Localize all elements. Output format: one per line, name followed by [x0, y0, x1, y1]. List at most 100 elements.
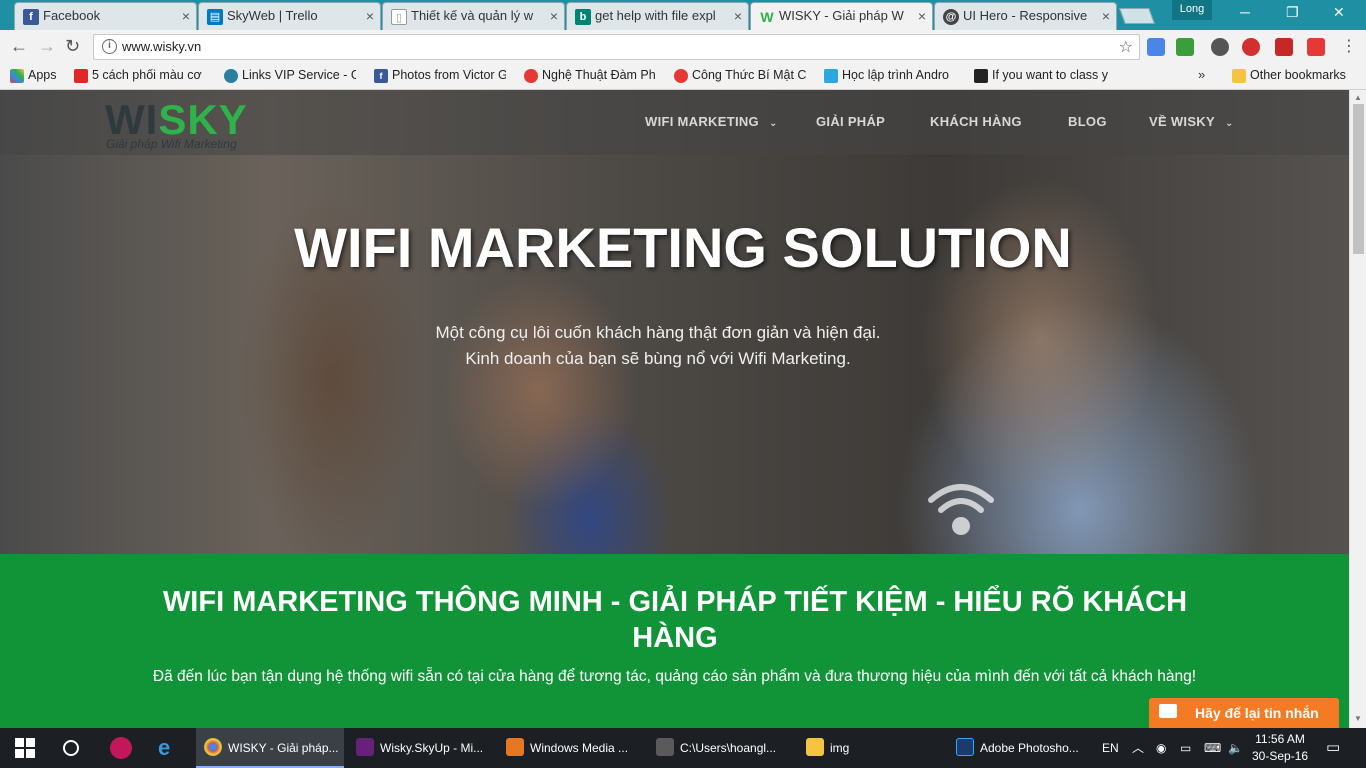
taskbar-photoshop[interactable]: Adobe Photosho...	[948, 728, 1096, 768]
bing-icon: b	[575, 9, 591, 25]
drive-extension-icon[interactable]	[1176, 38, 1194, 56]
back-icon[interactable]: ←	[10, 36, 28, 57]
close-icon[interactable]: ×	[366, 3, 374, 29]
cloud-icon	[224, 69, 238, 83]
nav-ve-wisky[interactable]: VỀ WISKY ⌄	[1149, 114, 1234, 129]
bookmarks-overflow-icon[interactable]: »	[1198, 67, 1205, 82]
system-clock[interactable]: 11:56 AM 30-Sep-16	[1252, 731, 1308, 765]
forward-icon[interactable]: →	[38, 36, 56, 57]
tab-title: WISKY - Giải pháp W	[779, 8, 904, 23]
visual-studio-icon	[356, 738, 374, 756]
trello-icon: ▤	[207, 9, 223, 25]
wisky-icon: W	[760, 9, 774, 25]
intro-section: WIFI MARKETING THÔNG MINH - GIẢI PHÁP TI…	[0, 554, 1349, 728]
leave-message-button[interactable]: Hãy để lại tin nhắn	[1149, 698, 1339, 728]
folder-icon	[1232, 69, 1246, 83]
new-tab-button[interactable]	[1119, 8, 1155, 24]
page-viewport: WISKY Giải pháp Wifi Marketing WIFI MARK…	[0, 90, 1349, 728]
extension-icon[interactable]	[1211, 38, 1229, 56]
taskbar-visual-studio[interactable]: Wisky.SkyUp - Mi...	[348, 728, 496, 768]
battery-icon[interactable]: ▭	[1180, 728, 1191, 768]
bookmark-7[interactable]: If you want to class y	[974, 68, 1112, 83]
tab-title: Facebook	[43, 8, 101, 23]
close-icon[interactable]: ×	[550, 3, 558, 29]
taskbar-chrome[interactable]: WISKY - Giải pháp...	[196, 728, 344, 768]
address-bar[interactable]: i www.wisky.vn ☆	[93, 34, 1140, 60]
tutorial-icon	[824, 69, 838, 83]
scroll-up-icon[interactable]: ▲	[1354, 93, 1362, 102]
volume-icon[interactable]: 🔈	[1228, 728, 1243, 768]
tray-chevron-icon[interactable]: ︿	[1132, 728, 1144, 768]
tab-trello[interactable]: ▤ SkyWeb | Trello ×	[198, 2, 381, 30]
facebook-icon: f	[374, 69, 388, 83]
bookmarks-bar: Apps 5 cách phối màu cơ Links VIP Servic…	[0, 64, 1366, 90]
folder-icon	[806, 738, 824, 756]
chrome-icon	[204, 738, 222, 756]
tab-wisky[interactable]: W WISKY - Giải pháp W ×	[750, 2, 933, 30]
nav-giai-phap[interactable]: GIẢI PHÁP	[816, 114, 885, 129]
browser-tab-strip: f Facebook × ▤ SkyWeb | Trello × ▯ Thiết…	[0, 0, 1366, 30]
bookmark-other[interactable]: Other bookmarks	[1232, 68, 1346, 83]
bookmark-3[interactable]: f Photos from Victor G	[374, 68, 506, 83]
edge-icon[interactable]: e	[158, 737, 180, 759]
reload-icon[interactable]: ↻	[65, 36, 80, 57]
scroll-down-icon[interactable]: ▼	[1354, 714, 1362, 723]
apps-grid-icon	[10, 69, 24, 83]
close-window-icon[interactable]: ✕	[1333, 4, 1345, 21]
close-icon[interactable]: ×	[734, 3, 742, 29]
chrome-menu-icon[interactable]: ⋮	[1341, 36, 1357, 56]
uihero-icon: @	[943, 9, 959, 25]
close-icon[interactable]: ×	[1102, 3, 1110, 29]
tab-bing[interactable]: b get help with file expl ×	[566, 2, 749, 30]
page-scrollbar[interactable]: ▲ ▼	[1349, 90, 1366, 728]
windows-start-icon[interactable]	[14, 737, 36, 759]
bookmark-1[interactable]: 5 cách phối màu cơ	[74, 68, 204, 83]
network-icon[interactable]: ◉	[1156, 728, 1166, 768]
language-indicator[interactable]: EN	[1102, 728, 1119, 768]
nav-khach-hang[interactable]: KHÁCH HÀNG	[930, 114, 1022, 129]
url-text[interactable]: www.wisky.vn	[122, 39, 201, 54]
search-icon[interactable]	[60, 737, 82, 759]
bookmark-star-icon[interactable]: ☆	[1119, 37, 1133, 57]
facebook-icon: f	[23, 9, 39, 25]
minimize-icon[interactable]: ─	[1240, 4, 1250, 20]
chevron-down-icon: ⌄	[768, 118, 778, 129]
nav-blog[interactable]: BLOG	[1068, 114, 1107, 129]
taskbar-terminal[interactable]: C:\Users\hoangl...	[648, 728, 796, 768]
nav-wifi-marketing[interactable]: WIFI MARKETING ⌄	[645, 114, 778, 129]
bookmark-apps[interactable]: Apps	[10, 68, 57, 83]
stack-icon	[974, 69, 988, 83]
keyboard-icon[interactable]: ⌨	[1204, 728, 1221, 768]
maximize-icon[interactable]: ❐	[1286, 4, 1299, 21]
mail-icon	[1159, 704, 1177, 718]
tab-document[interactable]: ▯ Thiết kế và quản lý w ×	[382, 2, 565, 30]
tab-facebook[interactable]: f Facebook ×	[14, 2, 197, 30]
pocket-extension-icon[interactable]	[1275, 38, 1293, 56]
adblock-extension-icon[interactable]	[1242, 38, 1260, 56]
taskbar-media-player[interactable]: Windows Media ...	[498, 728, 646, 768]
tab-uihero[interactable]: @ UI Hero - Responsive ×	[934, 2, 1117, 30]
photoshop-icon	[956, 738, 974, 756]
document-icon: ▯	[391, 9, 407, 25]
scrollbar-thumb[interactable]	[1353, 104, 1364, 254]
info-icon[interactable]: i	[102, 39, 117, 54]
bookmark-2[interactable]: Links VIP Service - G	[224, 68, 356, 83]
notifications-icon[interactable]: ▭	[1326, 728, 1340, 768]
tab-title: UI Hero - Responsive	[963, 8, 1088, 23]
media-player-icon	[506, 738, 524, 756]
bookmark-6[interactable]: Học lập trình Andro	[824, 68, 956, 83]
app-icon[interactable]	[110, 737, 132, 759]
hero-subtitle: Một công cụ lôi cuốn khách hàng thật đơn…	[435, 323, 881, 368]
windows-taskbar: e WISKY - Giải pháp... Wisky.SkyUp - Mi.…	[0, 728, 1366, 768]
translate-extension-icon[interactable]	[1147, 38, 1165, 56]
close-icon[interactable]: ×	[918, 3, 926, 29]
bookmark-4[interactable]: Nghệ Thuật Đàm Ph	[524, 68, 656, 83]
bookmark-5[interactable]: Công Thức Bí Mật C	[674, 68, 806, 83]
tab-title: Thiết kế và quản lý w	[411, 8, 534, 23]
red-circle-icon	[524, 69, 538, 83]
profile-button[interactable]: Long	[1172, 0, 1212, 20]
hero-title: WIFI MARKETING SOLUTION	[294, 216, 1072, 279]
taskbar-folder[interactable]: img	[798, 728, 946, 768]
pdf-extension-icon[interactable]	[1307, 38, 1325, 56]
close-icon[interactable]: ×	[182, 3, 190, 29]
